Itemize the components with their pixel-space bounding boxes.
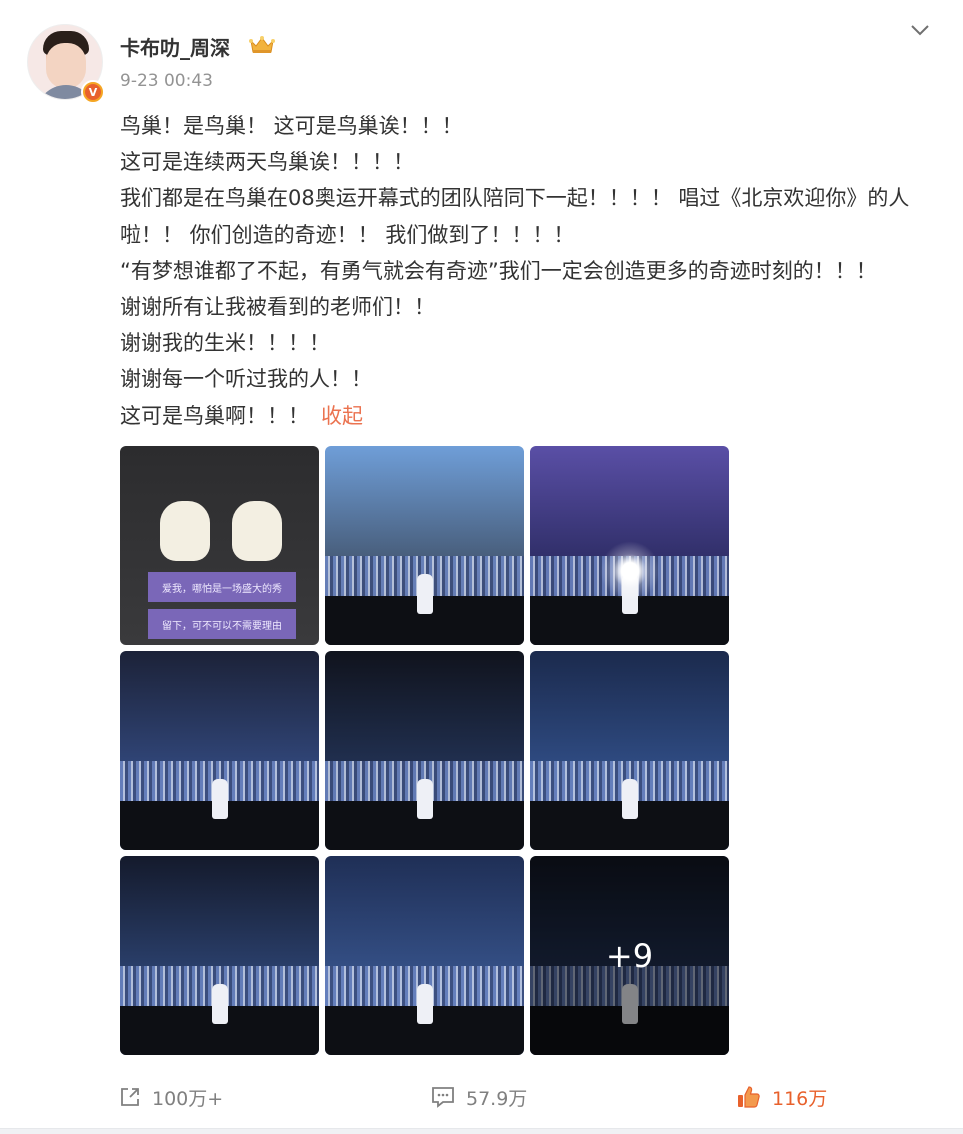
sticker-character-icon [232, 501, 282, 561]
avatar-face [46, 43, 86, 89]
sticker-strip: 爱我，哪怕是一场盛大的秀 [148, 572, 296, 602]
sticker-character-icon [160, 501, 210, 561]
photo-stadium-1[interactable] [120, 651, 319, 850]
performer [417, 574, 433, 614]
photo-stadium-2[interactable] [325, 651, 524, 850]
chevron-down-icon[interactable] [908, 20, 932, 40]
photo-stadium-3[interactable] [530, 651, 729, 850]
post-line: 这可是连续两天鸟巢诶！！！！ [120, 150, 414, 175]
post-text: 鸟巢！是鸟巢！ 这可是鸟巢诶！！！ 这可是连续两天鸟巢诶！！！！ 我们都是在鸟巢… [120, 108, 950, 434]
photo-stadium-5[interactable] [325, 856, 524, 1055]
collapse-link[interactable]: 收起 [321, 404, 363, 428]
spotlight [600, 541, 660, 601]
post-line: 鸟巢！是鸟巢！ 这可是鸟巢诶！！！ [120, 114, 463, 138]
photo-stadium-6[interactable]: +9 [530, 856, 729, 1055]
more-photos-overlay[interactable]: +9 [530, 856, 729, 1055]
photo-team-group[interactable] [325, 446, 524, 645]
weibo-post-card: V 卡布叻_周深 9-23 00:43 鸟巢！是鸟巢！ 这可是鸟巢诶！！！ 这可… [0, 0, 963, 1129]
performer [417, 984, 433, 1024]
comment-count: 57.9万 [466, 1087, 528, 1110]
post-footer: 100万+ 57.9万 116万 [0, 1075, 963, 1119]
photo-stadium-4[interactable] [120, 856, 319, 1055]
photo-grid: 爱我，哪怕是一场盛大的秀 留下，可不可以不需要理由 +9 [120, 446, 730, 1056]
performer [417, 779, 433, 819]
like-button[interactable]: 116万 [736, 1075, 827, 1119]
username[interactable]: 卡布叻_周深 [120, 32, 230, 61]
photo-stickers[interactable]: 爱我，哪怕是一场盛大的秀 留下，可不可以不需要理由 [120, 446, 319, 645]
post-timestamp[interactable]: 9-23 00:43 [120, 71, 213, 91]
performer [212, 984, 228, 1024]
sticker-strip: 留下，可不可以不需要理由 [148, 609, 296, 639]
post-line: 这可是鸟巢啊！！！ [120, 403, 309, 428]
post-line: 谢谢每一个听过我的人！！ [120, 367, 372, 392]
post-line: 谢谢我的生米！！！！ [120, 331, 330, 356]
thumbs-up-icon [738, 1086, 760, 1108]
share-count: 100万+ [152, 1087, 224, 1110]
performer [622, 779, 638, 819]
comment-button[interactable]: 57.9万 [430, 1075, 527, 1119]
verified-badge-icon: V [81, 80, 105, 104]
share-icon [121, 1088, 139, 1106]
post-line: 我们都是在鸟巢在08奥运开幕式的团队陪同下一起！！！！ 唱过《北京欢迎你》的人啦… [120, 186, 910, 247]
share-button[interactable]: 100万+ [118, 1075, 223, 1119]
post-line-last: 这可是鸟巢啊！！！ 收起 [120, 398, 950, 434]
comment-icon [432, 1087, 454, 1108]
post-line: 谢谢所有让我被看到的老师们！！ [120, 295, 435, 320]
performer [212, 779, 228, 819]
post-line: “有梦想谁都了不起，有勇气就会有奇迹”我们一定会创造更多的奇迹时刻的！！！ [120, 258, 877, 283]
like-count: 116万 [772, 1087, 828, 1110]
crown-icon [249, 36, 275, 53]
photo-stage-spotlight[interactable] [530, 446, 729, 645]
